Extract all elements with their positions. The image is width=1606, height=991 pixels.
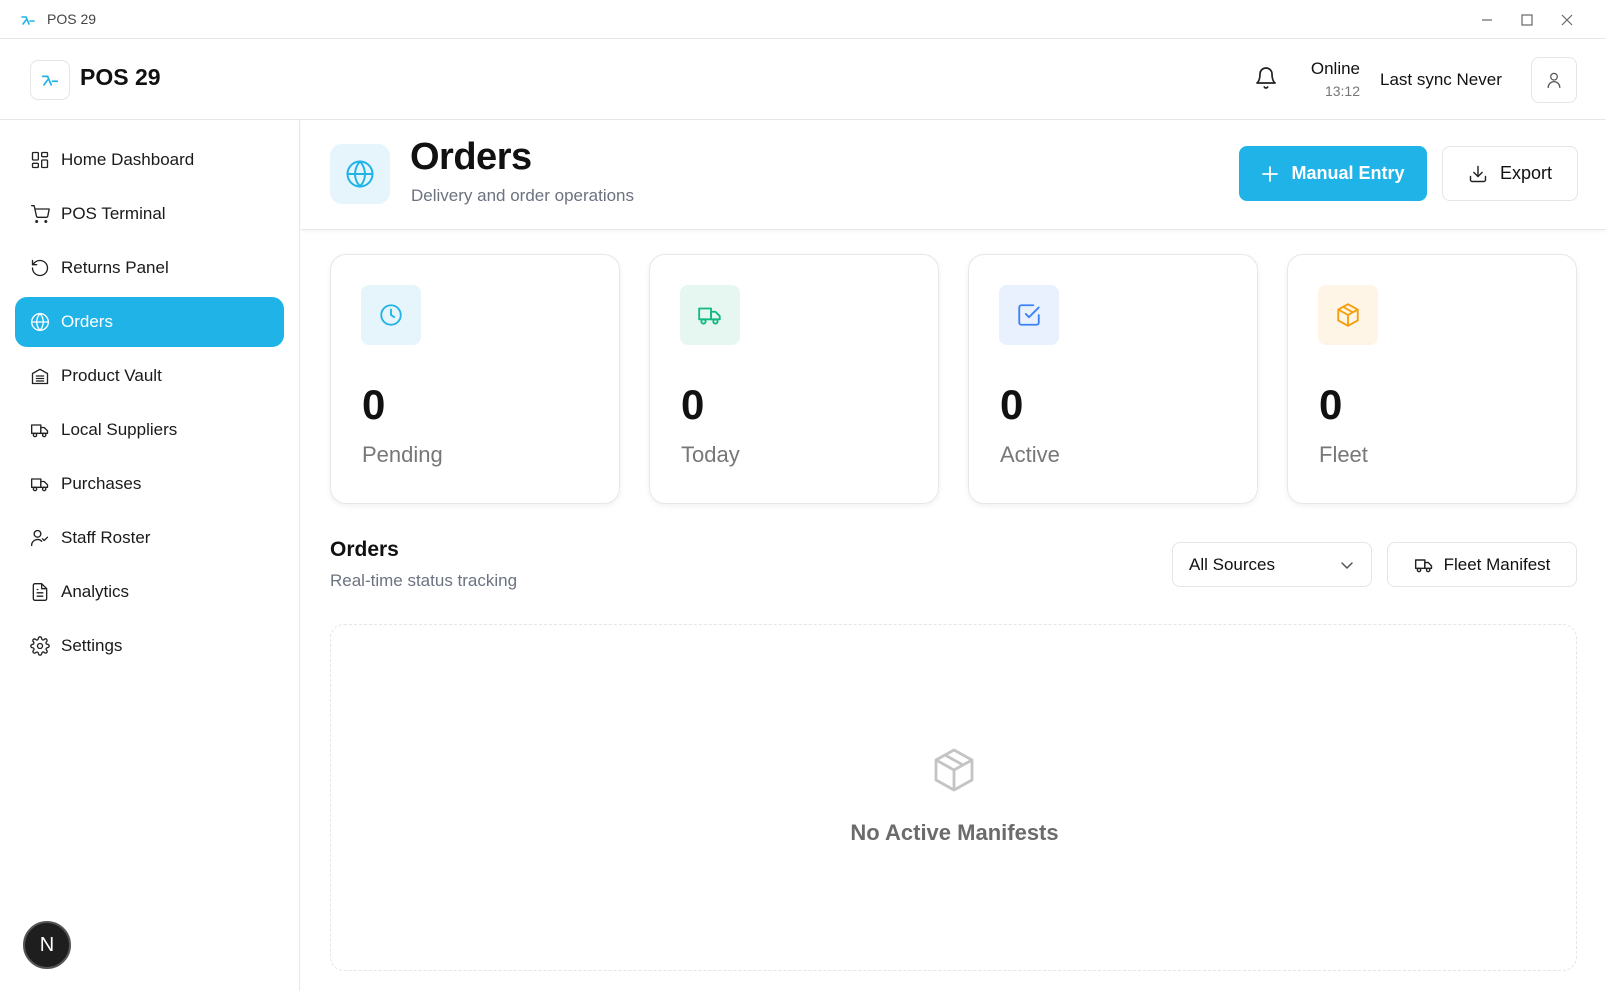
truck-icon [31,478,49,492]
close-icon [1561,14,1573,26]
truck-icon [1414,558,1432,572]
page-icon [330,144,390,204]
dashboard-icon [31,151,49,169]
connection-status: Online [1310,59,1360,78]
maximize-icon [1521,14,1533,26]
sidebar-item-label: Analytics [61,582,130,601]
check-square-icon [1018,304,1040,326]
maximize-button[interactable] [1515,8,1539,32]
manual-entry-button[interactable]: Manual Entry [1239,146,1427,201]
globe-icon [346,160,374,188]
window-title: POS 29 [47,11,97,27]
export-button[interactable]: Export [1442,146,1578,201]
page-header: Orders Delivery and order operations Man… [301,120,1606,230]
sidebar-item-label: Orders [61,312,113,331]
sync-status: Last sync Never [1380,70,1502,89]
sidebar-item-label: Purchases [61,474,142,493]
stat-card-fleet: 0 Fleet [1287,254,1577,504]
cart-icon [31,205,50,223]
stat-value: 0 [362,381,386,428]
close-button[interactable] [1555,8,1579,32]
stat-label: Active [1000,442,1060,467]
clock-icon [380,304,402,326]
sidebar-item-label: POS Terminal [61,204,166,223]
sidebar-item-purchases[interactable]: Purchases [15,459,284,509]
sidebar-item-analytics[interactable]: Analytics [15,567,284,617]
package-icon [1337,303,1359,327]
sidebar-item-staff-roster[interactable]: Staff Roster [15,513,284,563]
sidebar-item-local-suppliers[interactable]: Local Suppliers [15,405,284,455]
stat-label: Today [681,442,740,467]
app-header: POS 29 Online 13:12 Last sync Never [0,40,1606,120]
window-titlebar: POS 29 [0,0,1606,39]
package-icon [934,748,974,792]
clock-time: 13:12 [1324,83,1360,99]
download-icon [1469,165,1487,182]
minimize-icon [1482,19,1492,21]
user-icon [1547,72,1561,89]
vault-icon [31,368,49,385]
chevron-down-icon [1341,561,1353,569]
sidebar-item-returns-panel[interactable]: Returns Panel [15,243,284,293]
logo [30,60,70,100]
sidebar: Home Dashboard POS Terminal Returns Pane… [0,120,300,991]
source-filter-select[interactable]: All Sources [1172,542,1372,587]
sidebar-item-home-dashboard[interactable]: Home Dashboard [15,135,284,185]
stat-label: Fleet [1319,442,1368,467]
section-subtitle: Real-time status tracking [330,571,518,590]
sidebar-item-label: Staff Roster [61,528,151,547]
sidebar-item-orders[interactable]: Orders [15,297,284,347]
stat-label: Pending [362,442,443,467]
section-title: Orders [330,538,399,561]
gear-icon [30,636,50,656]
app-logo-icon [41,75,59,86]
truck-icon [698,307,721,325]
sidebar-item-label: Returns Panel [61,258,169,277]
sidebar-item-product-vault[interactable]: Product Vault [15,351,284,401]
manual-entry-label: Manual Entry [1291,163,1405,183]
minimize-button[interactable] [1475,8,1499,32]
file-text-icon [32,583,48,601]
page-title: Orders [410,136,532,178]
user-menu-button[interactable] [1531,57,1577,103]
stat-icon-box [680,285,740,345]
stat-value: 0 [1000,381,1024,428]
sidebar-item-label: Home Dashboard [61,150,195,169]
stat-icon-box [999,285,1059,345]
globe-icon [31,312,49,332]
page-subtitle: Delivery and order operations [411,186,635,205]
sidebar-item-label: Product Vault [61,366,162,385]
stat-card-active: 0 Active [968,254,1258,504]
export-label: Export [1499,163,1553,183]
bell-icon[interactable] [1254,66,1278,90]
fleet-manifest-label: Fleet Manifest [1443,554,1551,574]
app-logo-icon [21,16,35,25]
fleet-manifest-button[interactable]: Fleet Manifest [1387,542,1577,587]
sidebar-item-pos-terminal[interactable]: POS Terminal [15,189,284,239]
sidebar-item-settings[interactable]: Settings [15,621,284,671]
stat-icon-box [361,285,421,345]
stat-value: 0 [681,381,705,428]
plus-icon [1262,165,1279,182]
stat-card-today: 0 Today [649,254,939,504]
source-filter-value: All Sources [1189,554,1275,574]
sidebar-item-label: Local Suppliers [61,420,178,439]
empty-state-text: No Active Manifests [850,820,1059,845]
user-check-icon [31,529,49,547]
rotate-ccw-icon [31,259,49,277]
avatar[interactable]: N [23,921,71,969]
sidebar-item-label: Settings [61,636,123,655]
empty-state: No Active Manifests [330,624,1577,971]
stat-card-pending: 0 Pending [330,254,620,504]
stat-value: 0 [1319,381,1343,428]
stat-icon-box [1318,285,1378,345]
brand-name: POS 29 [80,64,161,90]
truck-icon [31,424,49,438]
